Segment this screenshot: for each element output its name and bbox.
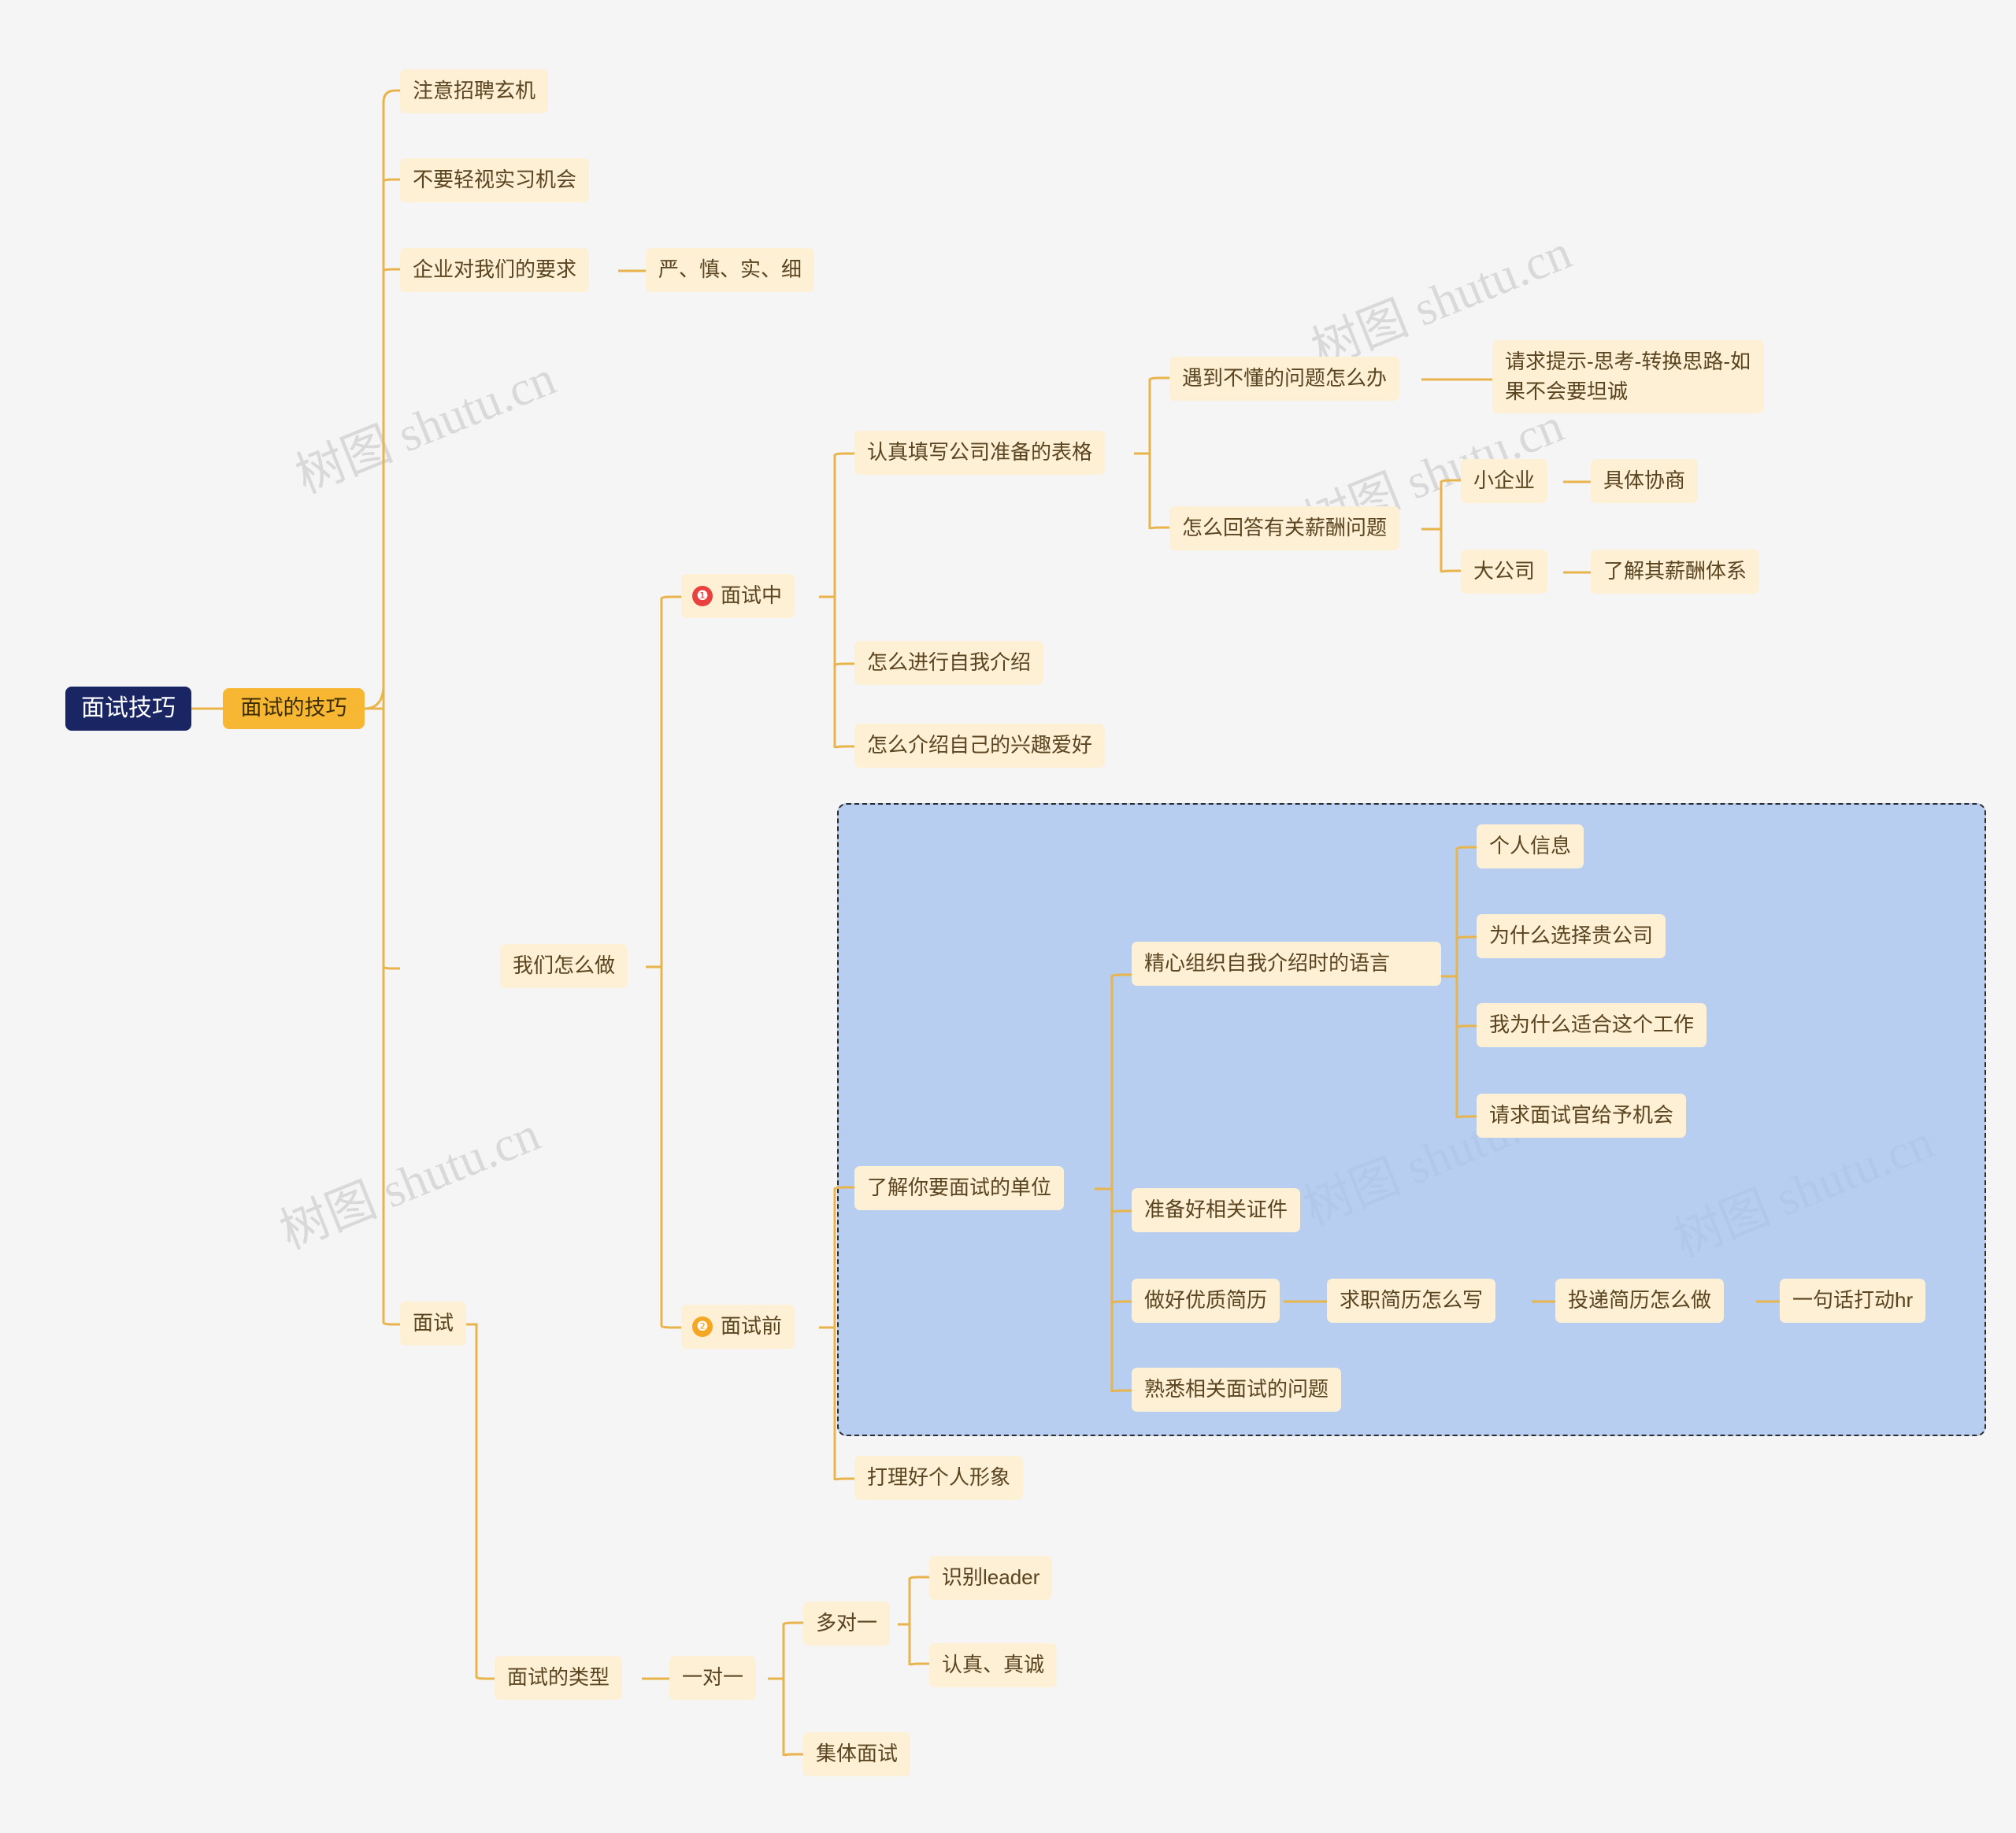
node-root[interactable]: 面试技巧 — [65, 687, 191, 731]
node-label: 怎么进行自我介绍 — [867, 650, 1032, 674]
node-label: 小企业 — [1473, 468, 1536, 492]
node-xinchou-wenti[interactable]: 怎么回答有关薪酬问题 — [1169, 506, 1400, 550]
selection-box[interactable] — [837, 803, 1986, 1436]
node-juti-xieshang[interactable]: 具体协商 — [1591, 459, 1699, 503]
node-jiti-mianshi[interactable]: 集体面试 — [803, 1732, 911, 1776]
node-xiao-qiye[interactable]: 小企业 — [1461, 459, 1548, 503]
node-zhuyi-zhaopin[interactable]: 注意招聘玄机 — [400, 69, 549, 113]
node-label: 不要轻视实习机会 — [413, 168, 577, 191]
node-label: 企业对我们的要求 — [413, 257, 577, 281]
node-label: 集体面试 — [816, 1742, 899, 1765]
node-label: 具体协商 — [1603, 468, 1686, 492]
node-youzhi-jianli[interactable]: 做好优质简历 — [1132, 1279, 1280, 1323]
node-label: 面试中 — [721, 583, 783, 607]
node-shixi-jihui[interactable]: 不要轻视实习机会 — [400, 158, 590, 202]
node-label: 投递简历怎么做 — [1568, 1288, 1712, 1312]
node-label: 请求面试官给予机会 — [1489, 1103, 1674, 1127]
node-label: 一对一 — [682, 1665, 744, 1689]
node-label: 面试的技巧 — [240, 696, 347, 720]
node-yi-dui-yi[interactable]: 一对一 — [669, 1656, 757, 1700]
node-tianxie-biaoge[interactable]: 认真填写公司准备的表格 — [854, 431, 1106, 475]
node-jingxin-zuzhi-yuyan[interactable]: 精心组织自我介绍时的语言 — [1132, 942, 1441, 986]
node-shibie-leader[interactable]: 识别leader — [929, 1556, 1053, 1600]
node-renzhen-zhencheng[interactable]: 认真、真诚 — [929, 1643, 1058, 1687]
node-shihe-gongzuo[interactable]: 我为什么适合这个工作 — [1477, 1003, 1707, 1047]
node-label: 一句话打动hr — [1792, 1288, 1914, 1312]
node-shuxi-mianshi-wenti[interactable]: 熟悉相关面试的问题 — [1132, 1368, 1342, 1412]
node-label: 为什么选择贵公司 — [1489, 924, 1654, 947]
node-qingqiu-tishi[interactable]: 请求提示-思考-转换思路-如果不会要坦诚 — [1492, 340, 1764, 414]
node-liaojie-danwei[interactable]: 了解你要面试的单位 — [854, 1166, 1065, 1210]
watermark: 树图 shutu.cn — [288, 351, 563, 504]
node-label: 精心组织自我介绍时的语言 — [1144, 951, 1391, 975]
node-qingqiu-jihui[interactable]: 请求面试官给予机会 — [1477, 1094, 1687, 1138]
node-women-zenme-zuo[interactable]: 我们怎么做 — [500, 944, 628, 988]
node-label: 个人信息 — [1489, 834, 1572, 857]
node-weishenme-xuanze[interactable]: 为什么选择贵公司 — [1477, 914, 1666, 958]
badge-one-icon: ❶ — [692, 585, 713, 606]
node-label: 我们怎么做 — [513, 954, 616, 977]
node-label: 准备好相关证件 — [1144, 1198, 1288, 1221]
node-label: 大公司 — [1473, 559, 1536, 583]
node-yijuhua-dadong-hr[interactable]: 一句话打动hr — [1780, 1279, 1926, 1323]
node-mianshi-zhong[interactable]: ❶ 面试中 — [681, 574, 795, 618]
mindmap-canvas[interactable]: 树图 shutu.cn 树图 shutu.cn 树图 shutu.cn 树图 s… — [0, 0, 2016, 1833]
node-mianshi-qian[interactable]: ❷ 面试前 — [681, 1305, 795, 1349]
node-label: 面试技巧 — [81, 695, 176, 722]
node-label: 认真、真诚 — [942, 1653, 1045, 1676]
node-label: 做好优质简历 — [1144, 1288, 1268, 1312]
node-liaojie-xinchou-tixi[interactable]: 了解其薪酬体系 — [1591, 550, 1760, 594]
node-ziwo-jieshao[interactable]: 怎么进行自我介绍 — [854, 641, 1044, 685]
node-label: 熟悉相关面试的问题 — [1144, 1377, 1329, 1401]
node-label: 了解其薪酬体系 — [1603, 559, 1747, 583]
badge-two-icon: ❷ — [692, 1316, 713, 1337]
node-budong-wenti[interactable]: 遇到不懂的问题怎么办 — [1169, 357, 1400, 401]
node-xingqu-aihao[interactable]: 怎么介绍自己的兴趣爱好 — [854, 724, 1106, 768]
node-yan-shen-shi-xi[interactable]: 严、慎、实、细 — [646, 248, 815, 292]
node-geren-xinxi[interactable]: 个人信息 — [1477, 824, 1584, 868]
node-dali-xingxiang[interactable]: 打理好个人形象 — [854, 1456, 1024, 1500]
node-label: 面试的类型 — [507, 1665, 610, 1689]
node-label: 注意招聘玄机 — [413, 79, 536, 102]
node-label: 认真填写公司准备的表格 — [867, 440, 1093, 464]
node-main-topic[interactable]: 面试的技巧 — [223, 688, 365, 729]
node-qiuzhi-jianli[interactable]: 求职简历怎么写 — [1327, 1279, 1496, 1323]
node-da-gongsi[interactable]: 大公司 — [1461, 550, 1548, 594]
node-duo-dui-yi[interactable]: 多对一 — [803, 1602, 891, 1646]
node-label: 怎么介绍自己的兴趣爱好 — [867, 733, 1093, 757]
node-zhunbei-zhengjian[interactable]: 准备好相关证件 — [1132, 1188, 1301, 1232]
node-label: 求职简历怎么写 — [1340, 1288, 1484, 1312]
node-label: 严、慎、实、细 — [658, 257, 802, 281]
node-label: 遇到不懂的问题怎么办 — [1182, 366, 1388, 390]
node-qiye-yaoqiu[interactable]: 企业对我们的要求 — [400, 248, 590, 292]
node-label: 请求提示-思考-转换思路-如果不会要坦诚 — [1505, 350, 1751, 403]
node-label: 识别leader — [942, 1565, 1040, 1589]
node-mianshi-leixing[interactable]: 面试的类型 — [495, 1656, 623, 1700]
watermark: 树图 shutu.cn — [272, 1107, 547, 1260]
node-label: 怎么回答有关薪酬问题 — [1182, 516, 1388, 539]
node-label: 打理好个人形象 — [867, 1465, 1011, 1489]
node-label: 我为什么适合这个工作 — [1489, 1013, 1695, 1036]
node-mianshi[interactable]: 面试 — [400, 1302, 467, 1346]
node-label: 面试前 — [721, 1314, 783, 1338]
node-toudi-jianli[interactable]: 投递简历怎么做 — [1555, 1279, 1725, 1323]
node-label: 面试 — [413, 1311, 454, 1335]
node-label: 了解你要面试的单位 — [867, 1176, 1052, 1199]
node-label: 多对一 — [816, 1611, 878, 1635]
